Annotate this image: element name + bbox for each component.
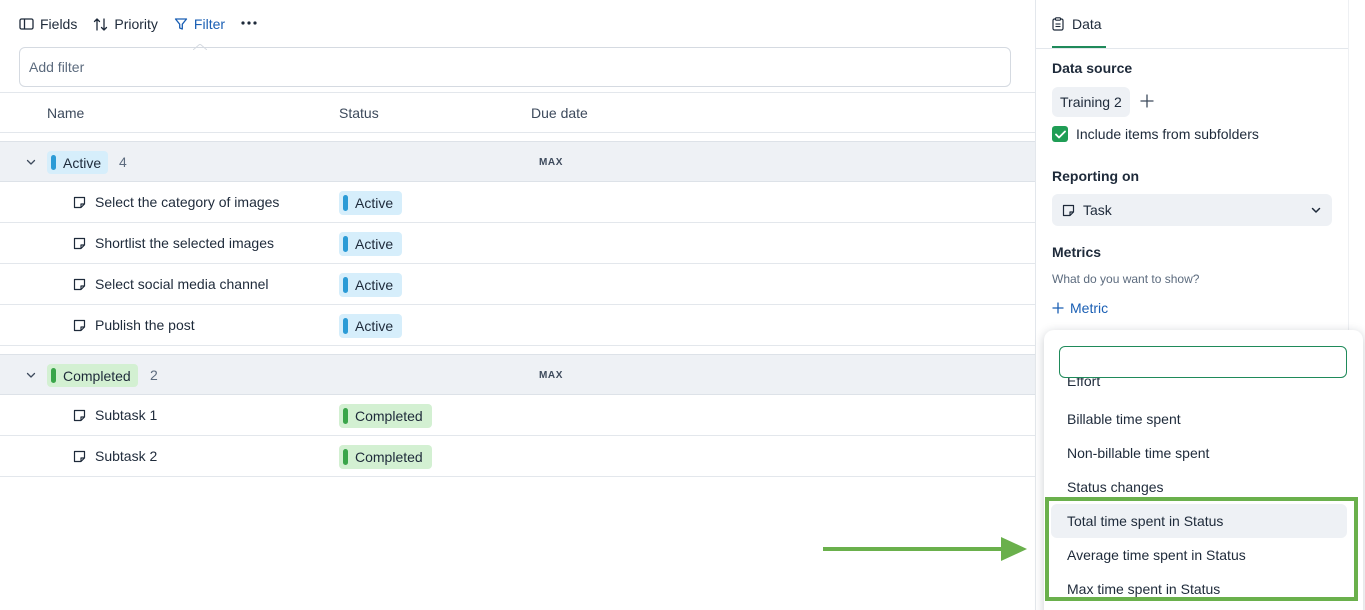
column-header-due-date[interactable]: Due date <box>531 105 588 121</box>
status-badge[interactable]: Completed <box>339 404 432 428</box>
reporting-on-value: Task <box>1083 202 1112 218</box>
add-source-button[interactable] <box>1140 93 1154 111</box>
report-table-area: Fields Priority Filter Add filter Name S… <box>0 0 1035 610</box>
add-metric-label: Metric <box>1070 300 1109 316</box>
priority-label: Priority <box>114 16 158 32</box>
task-name[interactable]: Subtask 1 <box>95 407 157 423</box>
task-icon <box>73 237 86 250</box>
column-header-status[interactable]: Status <box>339 105 379 121</box>
chevron-down-icon[interactable] <box>25 369 37 381</box>
task-name[interactable]: Select the category of images <box>95 194 279 210</box>
table-row[interactable]: Shortlist the selected images Active <box>0 223 1035 264</box>
add-metric-button[interactable]: Metric <box>1052 300 1108 316</box>
metrics-hint: What do you want to show? <box>1052 272 1200 286</box>
status-badge[interactable]: Completed <box>339 445 432 469</box>
reporting-heading: Reporting on <box>1052 168 1140 184</box>
sort-icon <box>94 17 108 31</box>
status-badge[interactable]: Active <box>339 232 403 256</box>
chevron-down-icon <box>1311 207 1321 213</box>
group-count: 4 <box>119 154 127 170</box>
plus-icon <box>1140 94 1154 108</box>
group-max-label: MAX <box>539 370 564 381</box>
status-badge[interactable]: Active <box>339 191 403 215</box>
include-subfolders-checkbox[interactable] <box>1052 126 1068 142</box>
table-header: Name Status Due date <box>0 92 1035 133</box>
metric-option-effort[interactable]: Effort <box>1051 376 1347 398</box>
column-header-name[interactable]: Name <box>47 105 84 121</box>
group-count: 2 <box>150 367 158 383</box>
tab-data[interactable]: Data <box>1052 0 1102 48</box>
table-toolbar: Fields Priority Filter <box>19 12 257 36</box>
clipboard-icon <box>1052 17 1064 31</box>
task-icon <box>73 450 86 463</box>
status-badge[interactable]: Active <box>339 273 403 297</box>
fields-button[interactable]: Fields <box>19 16 77 32</box>
data-source-chip[interactable]: Training 2 <box>1052 87 1130 117</box>
table-row[interactable]: Select the category of images Active <box>0 182 1035 223</box>
include-subfolders-label[interactable]: Include items from subfolders <box>1076 126 1259 142</box>
annotation-highlight-box <box>1045 497 1358 601</box>
status-badge[interactable]: Active <box>339 314 403 338</box>
task-name[interactable]: Publish the post <box>95 317 195 333</box>
task-name[interactable]: Subtask 2 <box>95 448 157 464</box>
annotation-arrow-icon <box>823 537 1027 561</box>
task-icon <box>73 196 86 209</box>
metric-option-non-billable-time[interactable]: Non-billable time spent <box>1051 436 1347 470</box>
checkmark-icon <box>1054 130 1066 138</box>
group-label-active: Active <box>47 151 109 174</box>
table-row[interactable]: Publish the post Active <box>0 305 1035 346</box>
more-options-button[interactable] <box>241 12 257 30</box>
group-max-label: MAX <box>539 157 564 168</box>
fields-icon <box>19 18 34 30</box>
table-row[interactable]: Subtask 2 Completed <box>0 436 1035 477</box>
table-row[interactable]: Subtask 1 Completed <box>0 395 1035 436</box>
group-row-active[interactable]: Active 4 MAX <box>0 141 1035 182</box>
priority-button[interactable]: Priority <box>93 16 158 32</box>
fields-label: Fields <box>40 16 78 32</box>
filter-button[interactable]: Filter <box>174 16 225 32</box>
data-source-heading: Data source <box>1052 60 1133 76</box>
task-name[interactable]: Shortlist the selected images <box>95 235 274 251</box>
plus-icon <box>1052 302 1064 314</box>
more-icon <box>241 21 257 25</box>
add-filter-input[interactable]: Add filter <box>19 47 1011 87</box>
add-filter-placeholder: Add filter <box>29 59 85 75</box>
tab-data-label: Data <box>1072 16 1102 32</box>
task-icon <box>73 409 86 422</box>
metric-option-billable-time[interactable]: Billable time spent <box>1051 402 1347 436</box>
metric-search-input[interactable] <box>1059 346 1347 378</box>
task-icon <box>73 319 86 332</box>
task-icon <box>1062 204 1075 216</box>
task-icon <box>73 278 86 291</box>
filter-label: Filter <box>193 16 226 32</box>
task-name[interactable]: Select social media channel <box>95 276 269 292</box>
table-row[interactable]: Select social media channel Active <box>0 264 1035 305</box>
metrics-heading: Metrics <box>1052 244 1102 260</box>
group-label-completed: Completed <box>47 364 138 387</box>
reporting-on-select[interactable]: Task <box>1052 194 1332 226</box>
filter-icon <box>174 18 188 30</box>
group-row-completed[interactable]: Completed 2 MAX <box>0 354 1035 395</box>
panel-divider <box>1036 48 1348 49</box>
chevron-down-icon[interactable] <box>25 156 37 168</box>
